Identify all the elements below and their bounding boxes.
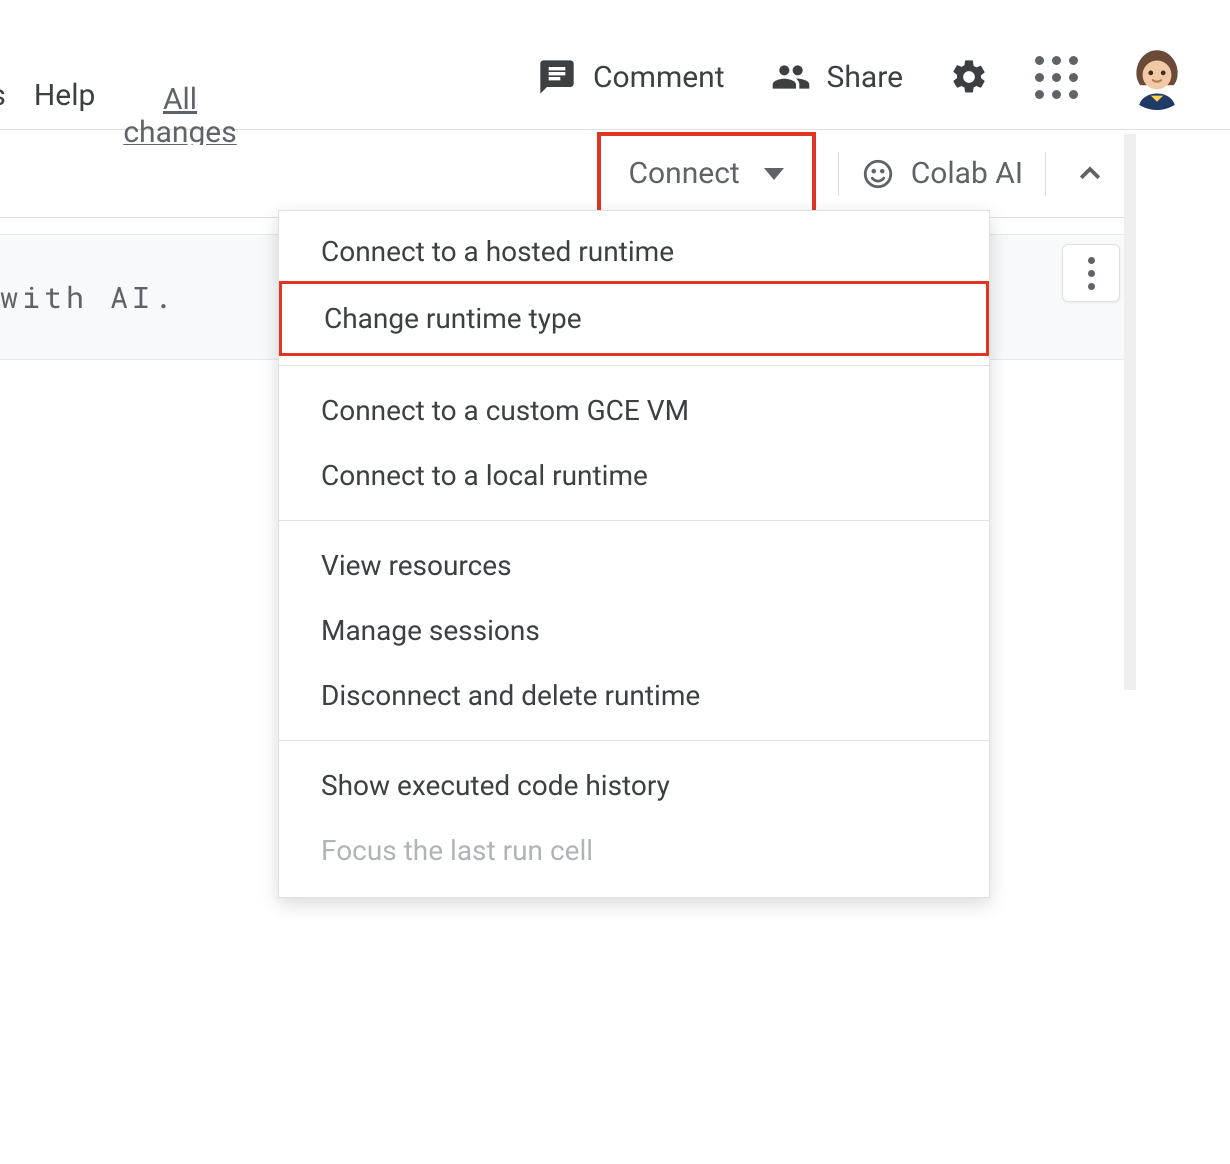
menu-separator <box>279 740 989 741</box>
divider <box>1045 152 1046 196</box>
menu-disconnect-delete[interactable]: Disconnect and delete runtime <box>279 663 989 728</box>
user-avatar[interactable] <box>1124 44 1190 110</box>
settings-button[interactable] <box>949 57 989 97</box>
top-bar: ols Help All changes Comment Share <box>0 0 1230 130</box>
connect-dropdown: Connect to a hosted runtime Change runti… <box>278 210 990 898</box>
more-vert-icon <box>1088 257 1095 290</box>
gear-icon <box>949 57 989 97</box>
connect-button[interactable]: Connect <box>597 132 816 215</box>
colab-ai-label: Colab AI <box>911 156 1023 191</box>
all-changes-line1: All <box>163 82 197 117</box>
menu-connect-local[interactable]: Connect to a local runtime <box>279 443 989 508</box>
caret-down-icon <box>764 168 784 180</box>
apps-button[interactable] <box>1035 56 1078 99</box>
menu-view-resources[interactable]: View resources <box>279 533 989 598</box>
menu-connect-hosted[interactable]: Connect to a hosted runtime <box>279 219 989 284</box>
menu-manage-sessions[interactable]: Manage sessions <box>279 598 989 663</box>
divider <box>838 152 839 196</box>
share-icon <box>771 57 811 97</box>
comment-label: Comment <box>593 60 725 95</box>
colab-ai-button[interactable]: Colab AI <box>861 156 1023 191</box>
comment-icon <box>537 57 577 97</box>
avatar-icon <box>1124 44 1190 110</box>
scrollbar[interactable] <box>1124 134 1136 690</box>
chevron-up-icon <box>1075 159 1105 189</box>
menu-show-code-history[interactable]: Show executed code history <box>279 753 989 818</box>
share-label: Share <box>827 60 903 95</box>
menu-change-runtime-type[interactable]: Change runtime type <box>279 281 989 356</box>
connect-label: Connect <box>629 156 740 191</box>
comment-button[interactable]: Comment <box>537 57 725 97</box>
code-placeholder: with AI. <box>0 278 176 317</box>
share-button[interactable]: Share <box>771 57 903 97</box>
menu-tools[interactable]: ols <box>0 78 6 113</box>
colab-ai-icon <box>861 157 895 191</box>
collapse-button[interactable] <box>1068 152 1112 196</box>
toolbar: Connect Colab AI <box>0 130 1130 218</box>
apps-icon <box>1035 56 1078 99</box>
cell-overflow-button[interactable] <box>1062 244 1120 302</box>
menu-separator <box>279 365 989 366</box>
menu-separator <box>279 520 989 521</box>
menu-help[interactable]: Help <box>34 78 95 113</box>
menu-focus-last-cell: Focus the last run cell <box>279 818 989 883</box>
menu-connect-gce-vm[interactable]: Connect to a custom GCE VM <box>279 378 989 443</box>
topbar-actions: Comment Share <box>537 44 1190 110</box>
